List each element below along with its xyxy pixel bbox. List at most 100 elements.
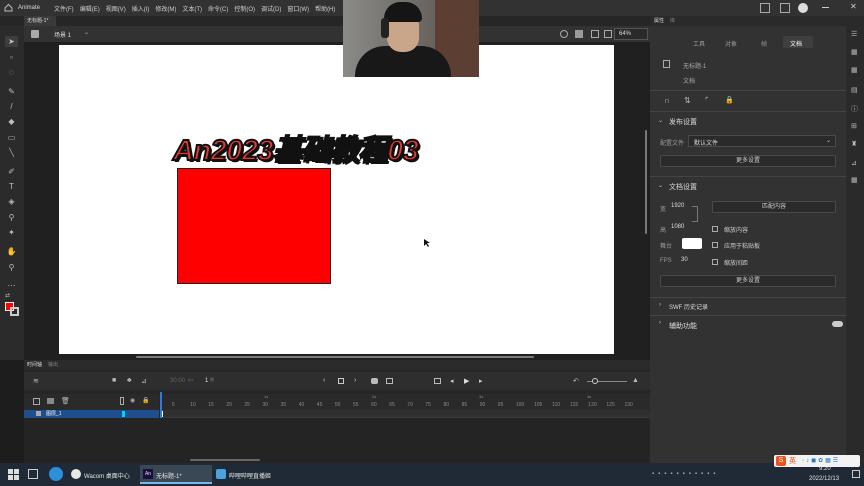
- subselection-tool-icon[interactable]: ▫: [5, 52, 18, 63]
- camera-icon[interactable]: ■: [112, 377, 116, 384]
- match-contents-button[interactable]: 匹配内容: [712, 201, 836, 213]
- properties-panel-icon[interactable]: ☰: [851, 30, 857, 38]
- chevron-right-icon[interactable]: ›: [659, 320, 661, 326]
- accessibility-title[interactable]: 辅助功能: [669, 321, 697, 331]
- menu-file[interactable]: 文件(F): [54, 4, 74, 13]
- new-folder-icon[interactable]: [47, 398, 54, 404]
- play-icon[interactable]: ▶: [464, 377, 469, 385]
- task-view-icon[interactable]: [28, 469, 38, 479]
- fps-value[interactable]: 30.00: [170, 378, 185, 384]
- scene-label[interactable]: 场景 1: [54, 30, 71, 39]
- lasso-tool-icon[interactable]: ◌: [5, 67, 18, 78]
- document-more-settings-button[interactable]: 更多设置: [660, 275, 836, 287]
- chevron-down-icon[interactable]: ⌄: [658, 182, 663, 189]
- line-tool-icon[interactable]: ╲: [5, 147, 18, 158]
- stroke-color-swatch[interactable]: [10, 307, 19, 316]
- stage-canvas[interactable]: [59, 45, 614, 354]
- components-panel-icon[interactable]: ▦: [851, 176, 858, 184]
- hand-tool-icon[interactable]: ✋: [5, 246, 18, 257]
- menu-window[interactable]: 窗口(W): [287, 4, 309, 13]
- highlight-icon[interactable]: [120, 397, 124, 405]
- lock-all-icon[interactable]: 🔒: [142, 397, 149, 404]
- edit-symbols-icon[interactable]: [575, 30, 583, 38]
- tab-library[interactable]: 库: [670, 16, 675, 26]
- selection-tool-icon[interactable]: ➤: [5, 36, 18, 47]
- step-forward-icon[interactable]: ▸: [479, 377, 483, 385]
- step-back-icon[interactable]: ◂: [450, 377, 454, 385]
- document-settings-title[interactable]: 文档设置: [669, 182, 697, 192]
- edit-multiple-frames-icon[interactable]: [386, 378, 393, 384]
- brush-tool-icon[interactable]: /: [5, 101, 18, 112]
- magnet-icon[interactable]: ∩: [664, 96, 670, 105]
- eraser-tool-icon[interactable]: ◆: [5, 116, 18, 127]
- visibility-icon[interactable]: ◉: [130, 397, 135, 404]
- share-icon[interactable]: [760, 3, 770, 13]
- rectangle-tool-icon[interactable]: ▭: [5, 132, 18, 143]
- zoom-select[interactable]: 64%: [614, 28, 648, 40]
- menu-help[interactable]: 帮助(H): [315, 4, 335, 13]
- align-panel-icon[interactable]: ▤: [851, 86, 858, 94]
- menu-view[interactable]: 视图(V): [106, 4, 126, 13]
- close-icon[interactable]: ✕: [850, 2, 857, 11]
- chart-panel-icon[interactable]: ⊿: [851, 159, 857, 167]
- info-panel-icon[interactable]: ⓘ: [851, 104, 858, 114]
- home-icon[interactable]: [4, 3, 13, 12]
- notification-icon[interactable]: [852, 470, 860, 478]
- chevron-down-icon[interactable]: ⌄: [84, 29, 89, 36]
- link-dimensions-icon[interactable]: [692, 206, 698, 222]
- profile-select[interactable]: 默认文件 ⌄: [688, 135, 836, 147]
- menu-debug[interactable]: 调试(D): [261, 4, 281, 13]
- text-tool-icon[interactable]: T: [5, 181, 18, 192]
- frame-track[interactable]: [160, 410, 650, 418]
- ime-mode[interactable]: 英: [789, 456, 796, 466]
- menu-commands[interactable]: 命令(C): [208, 4, 228, 13]
- menu-control[interactable]: 控制(O): [234, 4, 255, 13]
- swap-colors-icon[interactable]: ⇄: [5, 292, 15, 299]
- library-panel-icon[interactable]: ▦: [851, 48, 858, 56]
- menu-edit[interactable]: 编辑(E): [80, 4, 100, 13]
- ime-toolbar[interactable]: S 英 ◦♪◼✿▦☰: [774, 455, 860, 467]
- tab-document[interactable]: 文档: [783, 36, 813, 48]
- document-tab[interactable]: 无标题-1*: [24, 16, 56, 26]
- history-panel-icon[interactable]: ♜: [851, 140, 857, 148]
- edge-browser-icon[interactable]: [49, 467, 63, 481]
- lock-icon[interactable]: 🔒: [725, 96, 734, 104]
- grid-panel-icon[interactable]: ▦: [851, 66, 858, 74]
- prev-keyframe-icon[interactable]: ‹: [323, 377, 325, 384]
- corner-icon[interactable]: ⌜: [705, 96, 709, 105]
- parent-icon[interactable]: ♣: [127, 377, 132, 384]
- stage-headline-text[interactable]: An2023基础教程03: [172, 127, 420, 169]
- loop-icon[interactable]: [434, 378, 441, 384]
- export-icon[interactable]: [780, 3, 790, 13]
- chevron-down-icon[interactable]: ⌄: [658, 117, 663, 124]
- rotate-stage-icon[interactable]: [604, 30, 612, 38]
- scale-spacing-checkbox[interactable]: [712, 259, 718, 265]
- start-icon[interactable]: [8, 469, 19, 480]
- zoom-tool-icon[interactable]: ⚲: [5, 262, 18, 273]
- center-stage-icon[interactable]: [560, 30, 568, 38]
- stage-color-swatch[interactable]: [682, 238, 702, 249]
- tray-icons[interactable]: ▪▪▪▪▪▪▪▪▪▪▪: [652, 471, 719, 477]
- graph-icon[interactable]: ⊿: [141, 377, 147, 385]
- taskbar-app-bilibili[interactable]: 哔哩哔哩直播姬: [213, 465, 285, 484]
- scene-icon[interactable]: [31, 30, 39, 38]
- bone-tool-icon[interactable]: ✦: [5, 227, 18, 238]
- minimize-icon[interactable]: [822, 7, 829, 8]
- layer-color-marker[interactable]: [122, 411, 125, 417]
- onion-skin-icon[interactable]: [371, 378, 378, 384]
- horizontal-scrollbar[interactable]: [136, 356, 534, 358]
- play-preview-icon[interactable]: [798, 3, 808, 13]
- tab-object[interactable]: 对象: [725, 39, 737, 48]
- pencil-tool-icon[interactable]: ✐: [5, 166, 18, 177]
- next-keyframe-icon[interactable]: ›: [354, 377, 356, 384]
- layer-name[interactable]: 图层_1: [46, 410, 62, 417]
- taskbar-app-animate[interactable]: An 无标题-1*: [140, 465, 212, 484]
- pen-tool-icon[interactable]: ✎: [5, 86, 18, 97]
- tab-frame[interactable]: 帧: [761, 39, 767, 48]
- chevron-right-icon[interactable]: ›: [659, 302, 661, 308]
- zoom-mountain-icon[interactable]: ▲: [632, 377, 639, 384]
- timeline-scrollbar[interactable]: [190, 459, 260, 461]
- frame-value[interactable]: 1: [205, 378, 208, 384]
- swf-history-title[interactable]: SWF 历史记录: [669, 302, 708, 311]
- layers-icon[interactable]: ≋: [33, 377, 39, 385]
